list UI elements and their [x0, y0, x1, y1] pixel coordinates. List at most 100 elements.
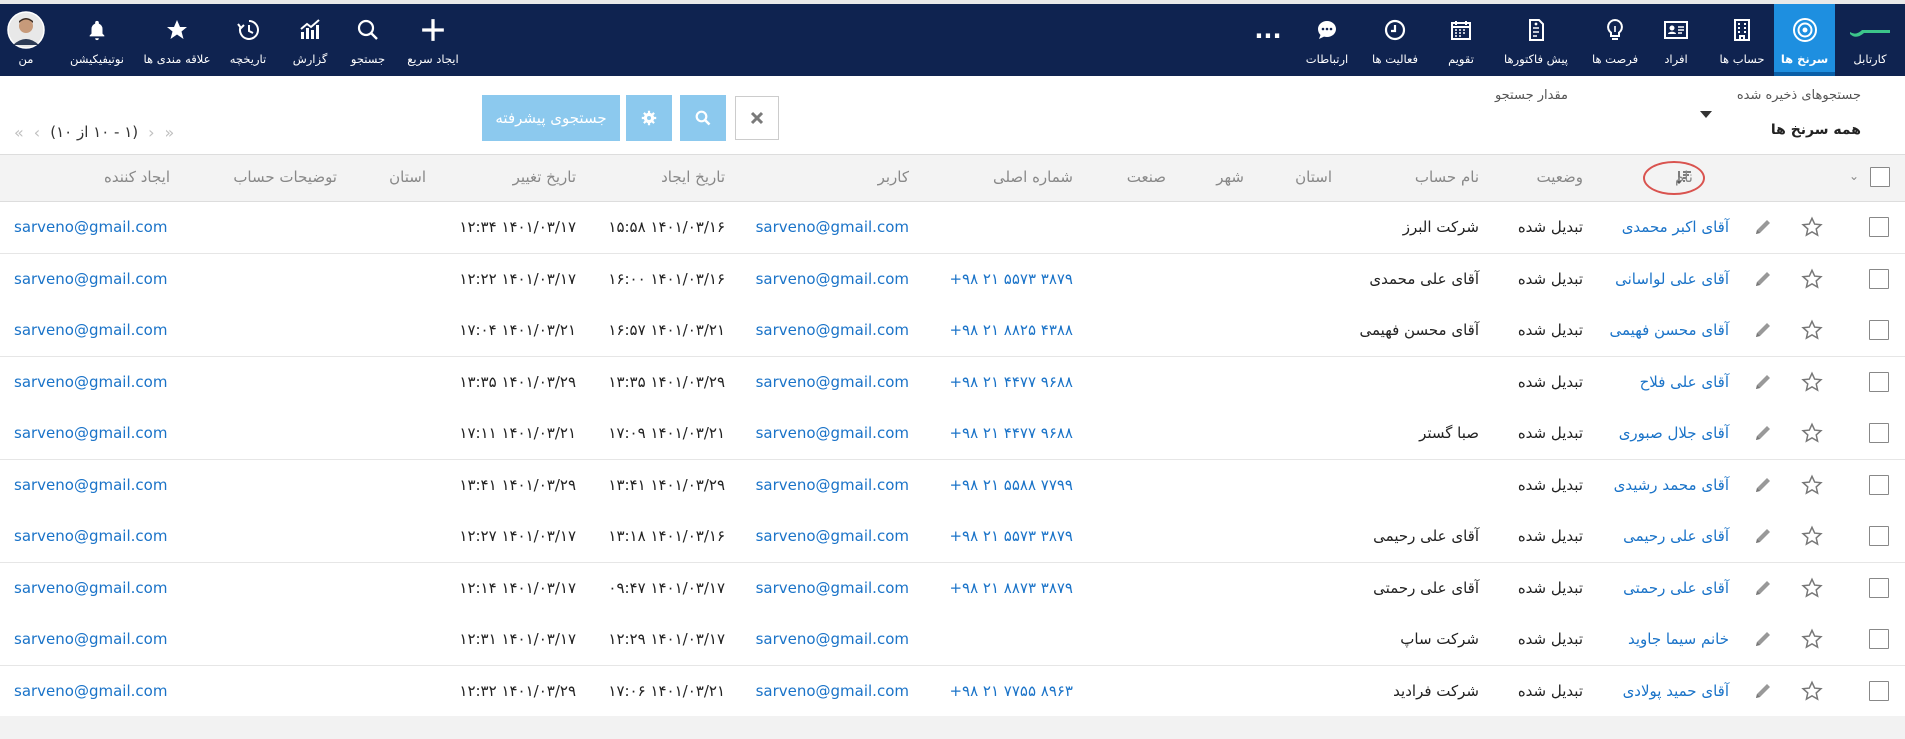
col-header-status[interactable]: وضعیت [1537, 168, 1583, 186]
lead-name-link[interactable]: آقای محسن فهیمی [1610, 321, 1730, 339]
nav-item-opportunities[interactable]: فرصت ها [1589, 4, 1641, 76]
row-checkbox[interactable] [1869, 474, 1889, 495]
lead-creator-link[interactable]: sarveno@gmail.com [14, 476, 167, 494]
col-header-province-2[interactable]: استان [389, 168, 426, 186]
table-row[interactable]: آقای علی رحمتی تبدیل شده آقای علی رحمتی … [0, 562, 1905, 615]
table-row[interactable]: آقای علی لواسانی تبدیل شده آقای علی محمد… [0, 253, 1905, 306]
nav-tool-quick-create[interactable]: ایجاد سریع [404, 4, 462, 76]
pencil-icon[interactable] [1753, 423, 1773, 443]
table-row[interactable]: آقای حمید پولادی تبدیل شده شرکت فرادید +… [0, 665, 1905, 718]
nav-item-calendar[interactable]: تقویم [1441, 4, 1481, 76]
star-icon[interactable] [1801, 422, 1823, 444]
lead-phone-link[interactable]: +۹۸ ۲۱ ۵۵۷۳ ۳۸۷۹ [949, 270, 1073, 288]
clear-search-button[interactable] [735, 96, 779, 140]
col-header-city[interactable]: شهر [1216, 168, 1244, 186]
star-icon[interactable] [1801, 371, 1823, 393]
col-header-industry[interactable]: صنعت [1127, 168, 1166, 186]
col-header-creator[interactable]: ایجاد کننده [104, 168, 170, 186]
star-icon[interactable] [1801, 525, 1823, 547]
table-row[interactable]: آقای علی فلاح تبدیل شده +۹۸ ۲۱ ۴۴۷۷ ۹۶۸۸… [0, 356, 1905, 409]
col-header-account-description[interactable]: توضیحات حساب [233, 168, 337, 186]
table-row[interactable]: آقای محسن فهیمی تبدیل شده آقای محسن فهیم… [0, 305, 1905, 357]
lead-phone-link[interactable]: +۹۸ ۲۱ ۷۷۵۵ ۸۹۶۳ [949, 682, 1073, 700]
lead-name-link[interactable]: خانم سیما جاوید [1628, 630, 1729, 648]
row-checkbox[interactable] [1869, 268, 1889, 289]
star-icon[interactable] [1801, 474, 1823, 496]
lead-phone-link[interactable]: +۹۸ ۲۱ ۴۴۷۷ ۹۶۸۸ [949, 424, 1073, 442]
pencil-icon[interactable] [1753, 526, 1773, 546]
lead-creator-link[interactable]: sarveno@gmail.com [14, 373, 167, 391]
table-row[interactable]: خانم سیما جاوید تبدیل شده شرکت ساپ sarve… [0, 614, 1905, 666]
lead-user-link[interactable]: sarveno@gmail.com [756, 321, 909, 339]
prev-page-icon[interactable]: ‹ [34, 123, 40, 142]
row-checkbox[interactable] [1869, 320, 1889, 340]
lead-phone-link[interactable]: +۹۸ ۲۱ ۵۵۸۸ ۷۷۹۹ [949, 476, 1073, 494]
lead-creator-link[interactable]: sarveno@gmail.com [14, 270, 167, 288]
col-header-account-name[interactable]: نام حساب [1415, 168, 1479, 186]
lead-name-link[interactable]: آقای علی رحیمی [1623, 527, 1729, 545]
row-checkbox[interactable] [1869, 371, 1889, 392]
row-checkbox[interactable] [1869, 526, 1889, 546]
lead-phone-link[interactable]: +۹۸ ۲۱ ۴۴۷۷ ۹۶۸۸ [949, 373, 1073, 391]
row-checkbox[interactable] [1869, 680, 1889, 701]
nav-tool-notifications[interactable]: نوتیفیکیشن [66, 4, 128, 76]
first-page-icon[interactable]: « [14, 123, 24, 142]
chevron-down-icon[interactable] [1700, 111, 1712, 118]
lead-creator-link[interactable]: sarveno@gmail.com [14, 579, 167, 597]
last-page-icon[interactable]: » [165, 123, 175, 142]
lead-name-link[interactable]: آقای علی رحمتی [1623, 579, 1729, 597]
next-page-icon[interactable]: › [148, 123, 154, 142]
search-settings-button[interactable] [626, 95, 672, 141]
search-button[interactable] [680, 95, 726, 141]
nav-item-dashboard[interactable]: کارتابل [1842, 4, 1898, 76]
lead-user-link[interactable]: sarveno@gmail.com [756, 270, 909, 288]
nav-tool-favorites[interactable]: علاقه مندی ها [143, 4, 211, 76]
pencil-icon[interactable] [1753, 269, 1773, 289]
chevron-down-icon[interactable]: ⌄ [1849, 169, 1859, 183]
lead-user-link[interactable]: sarveno@gmail.com [756, 630, 909, 648]
pencil-icon[interactable] [1753, 320, 1773, 340]
star-icon[interactable] [1801, 268, 1823, 290]
lead-user-link[interactable]: sarveno@gmail.com [756, 527, 909, 545]
nav-more-button[interactable]: ... [1253, 4, 1283, 76]
lead-user-link[interactable]: sarveno@gmail.com [756, 682, 909, 700]
table-row[interactable]: آقای علی رحیمی تبدیل شده آقای علی رحیمی … [0, 511, 1905, 563]
nav-item-activities[interactable]: فعالیت ها [1366, 4, 1424, 76]
lead-user-link[interactable]: sarveno@gmail.com [756, 476, 909, 494]
pencil-icon[interactable] [1753, 681, 1773, 701]
lead-creator-link[interactable]: sarveno@gmail.com [14, 218, 167, 236]
star-icon[interactable] [1801, 628, 1823, 650]
lead-user-link[interactable]: sarveno@gmail.com [756, 579, 909, 597]
row-checkbox[interactable] [1869, 629, 1889, 649]
col-header-main-number[interactable]: شماره اصلی [993, 168, 1073, 186]
lead-phone-link[interactable]: +۹۸ ۲۱ ۵۵۷۳ ۳۸۷۹ [949, 527, 1073, 545]
col-header-province[interactable]: استان [1295, 168, 1332, 186]
nav-tool-report[interactable]: گزارش [287, 4, 333, 76]
nav-item-proforma[interactable]: پیش فاکتورها [1498, 4, 1574, 76]
nav-item-contacts[interactable]: افراد [1656, 4, 1696, 76]
pencil-icon[interactable] [1753, 629, 1773, 649]
col-header-user[interactable]: کاربر [878, 168, 909, 186]
col-header-modified-date[interactable]: تاریخ تغییر [513, 168, 576, 186]
pencil-icon[interactable] [1753, 475, 1773, 495]
col-header-name[interactable]: نام [1675, 168, 1693, 186]
pencil-icon[interactable] [1753, 578, 1773, 598]
nav-tool-history[interactable]: تاریخچه [225, 4, 271, 76]
lead-creator-link[interactable]: sarveno@gmail.com [14, 424, 167, 442]
star-icon[interactable] [1801, 216, 1823, 238]
star-icon[interactable] [1801, 319, 1823, 341]
table-row[interactable]: آقای اکبر محمدی تبدیل شده شرکت البرز sar… [0, 202, 1905, 254]
lead-name-link[interactable]: آقای حمید پولادی [1623, 682, 1729, 700]
pencil-icon[interactable] [1753, 217, 1773, 237]
lead-name-link[interactable]: آقای جلال صبوری [1619, 424, 1729, 442]
row-checkbox[interactable] [1869, 217, 1889, 237]
select-all-checkbox[interactable] [1870, 167, 1890, 187]
lead-creator-link[interactable]: sarveno@gmail.com [14, 630, 167, 648]
nav-item-leads[interactable]: سرنخ ها [1774, 4, 1835, 76]
nav-item-communications[interactable]: ارتباطات [1302, 4, 1352, 76]
lead-name-link[interactable]: آقای محمد رشیدی [1614, 476, 1729, 494]
row-checkbox[interactable] [1869, 577, 1889, 598]
saved-searches-select[interactable]: همه سرنخ ها [1771, 122, 1861, 138]
lead-phone-link[interactable]: +۹۸ ۲۱ ۸۸۲۵ ۴۳۸۸ [949, 321, 1073, 339]
nav-tool-search[interactable]: جستجو [345, 4, 391, 76]
